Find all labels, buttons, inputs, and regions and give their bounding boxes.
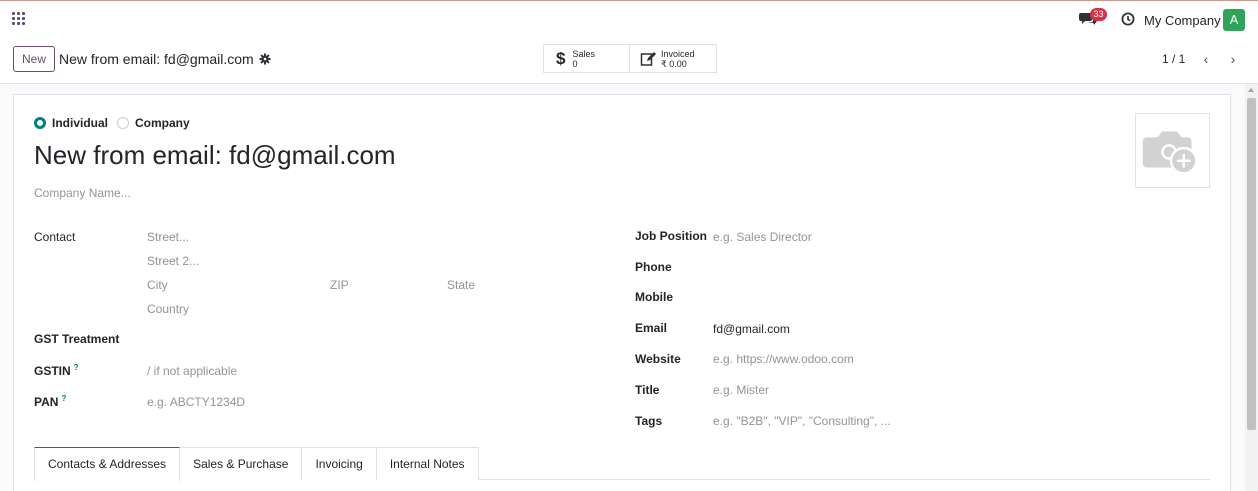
partner-name-input[interactable]: New from email: fd@gmail.com bbox=[34, 140, 396, 171]
invoiced-value: ₹ 0.00 bbox=[661, 58, 687, 69]
invoiced-smart-button[interactable]: Invoiced ₹ 0.00 bbox=[629, 44, 717, 73]
edit-invoice-icon bbox=[640, 51, 656, 66]
control-panel: New New from email: fd@gmail.com $ Sales… bbox=[0, 36, 1258, 84]
pan-label: PAN? bbox=[34, 394, 67, 409]
sales-label: Sales bbox=[572, 48, 595, 59]
zip-input[interactable]: ZIP bbox=[330, 278, 349, 292]
gear-icon[interactable] bbox=[259, 53, 271, 65]
new-button[interactable]: New bbox=[13, 46, 56, 72]
clock-icon[interactable] bbox=[1121, 12, 1135, 26]
phone-label: Phone bbox=[635, 260, 672, 274]
email-label: Email bbox=[635, 321, 668, 335]
scroll-up-arrow-icon[interactable] bbox=[1248, 88, 1254, 92]
dollar-icon: $ bbox=[556, 48, 566, 68]
sales-smart-button[interactable]: $ Sales 0 bbox=[543, 44, 630, 73]
chevron-right-icon[interactable]: › bbox=[1222, 47, 1244, 71]
pan-help-icon[interactable]: ? bbox=[61, 394, 66, 403]
title-label: Title bbox=[635, 383, 660, 397]
invoiced-label: Invoiced bbox=[661, 48, 695, 59]
radio-company-label[interactable]: Company bbox=[135, 116, 190, 130]
gstin-help-icon[interactable]: ? bbox=[74, 363, 79, 372]
pager-value[interactable]: 1 / 1 bbox=[1162, 52, 1185, 66]
chat-count-badge: 33 bbox=[1090, 8, 1107, 21]
tags-input[interactable]: e.g. "B2B", "VIP", "Consulting", ... bbox=[713, 414, 891, 428]
radio-individual-label[interactable]: Individual bbox=[52, 116, 108, 130]
tab-contacts-addresses[interactable]: Contacts & Addresses bbox=[34, 447, 181, 481]
tab-invoicing[interactable]: Invoicing bbox=[302, 447, 377, 480]
company-name-input[interactable]: Company Name... bbox=[34, 186, 131, 200]
website-input[interactable]: e.g. https://www.odoo.com bbox=[713, 352, 854, 366]
pan-input[interactable]: e.g. ABCTY1234D bbox=[147, 395, 245, 409]
city-input[interactable]: City bbox=[147, 278, 168, 292]
title-input[interactable]: e.g. Mister bbox=[713, 383, 769, 397]
gst-treatment-label: GST Treatment bbox=[34, 332, 120, 346]
camera-add-icon bbox=[1142, 131, 1198, 175]
company-switcher[interactable]: My Company bbox=[1144, 13, 1221, 28]
partner-image-upload[interactable] bbox=[1135, 113, 1210, 188]
notebook-tabs: Contacts & Addresses Sales & Purchase In… bbox=[34, 447, 479, 481]
tags-label: Tags bbox=[635, 414, 663, 428]
gstin-label: GSTIN? bbox=[34, 363, 79, 378]
user-avatar[interactable]: A bbox=[1223, 9, 1245, 31]
street2-input[interactable]: Street 2... bbox=[147, 254, 199, 268]
radio-company[interactable] bbox=[117, 117, 130, 129]
chevron-left-icon[interactable]: ‹ bbox=[1195, 47, 1217, 71]
tab-sales-purchase[interactable]: Sales & Purchase bbox=[180, 447, 303, 480]
website-label: Website bbox=[635, 352, 681, 366]
country-input[interactable]: Country bbox=[147, 302, 189, 316]
mobile-label: Mobile bbox=[635, 290, 673, 304]
contact-label: Contact bbox=[34, 230, 76, 244]
state-input[interactable]: State bbox=[447, 278, 475, 292]
job-position-input[interactable]: e.g. Sales Director bbox=[713, 230, 812, 244]
company-type-radio-group: Individual Company bbox=[34, 116, 199, 130]
street-input[interactable]: Street... bbox=[147, 230, 189, 244]
top-navbar: 33 My Company A bbox=[0, 0, 1258, 36]
apps-menu-icon[interactable] bbox=[12, 12, 25, 25]
scroll-thumb[interactable] bbox=[1247, 98, 1256, 430]
sales-value: 0 bbox=[572, 58, 578, 69]
tab-internal-notes[interactable]: Internal Notes bbox=[376, 447, 479, 480]
email-input[interactable]: fd@gmail.com bbox=[713, 322, 790, 336]
job-position-label: Job Position bbox=[635, 229, 707, 243]
breadcrumb-record-title: New from email: fd@gmail.com bbox=[59, 51, 254, 67]
radio-individual[interactable] bbox=[34, 117, 46, 129]
scrollbar[interactable] bbox=[1245, 84, 1258, 491]
gstin-input[interactable]: / if not applicable bbox=[147, 364, 237, 378]
